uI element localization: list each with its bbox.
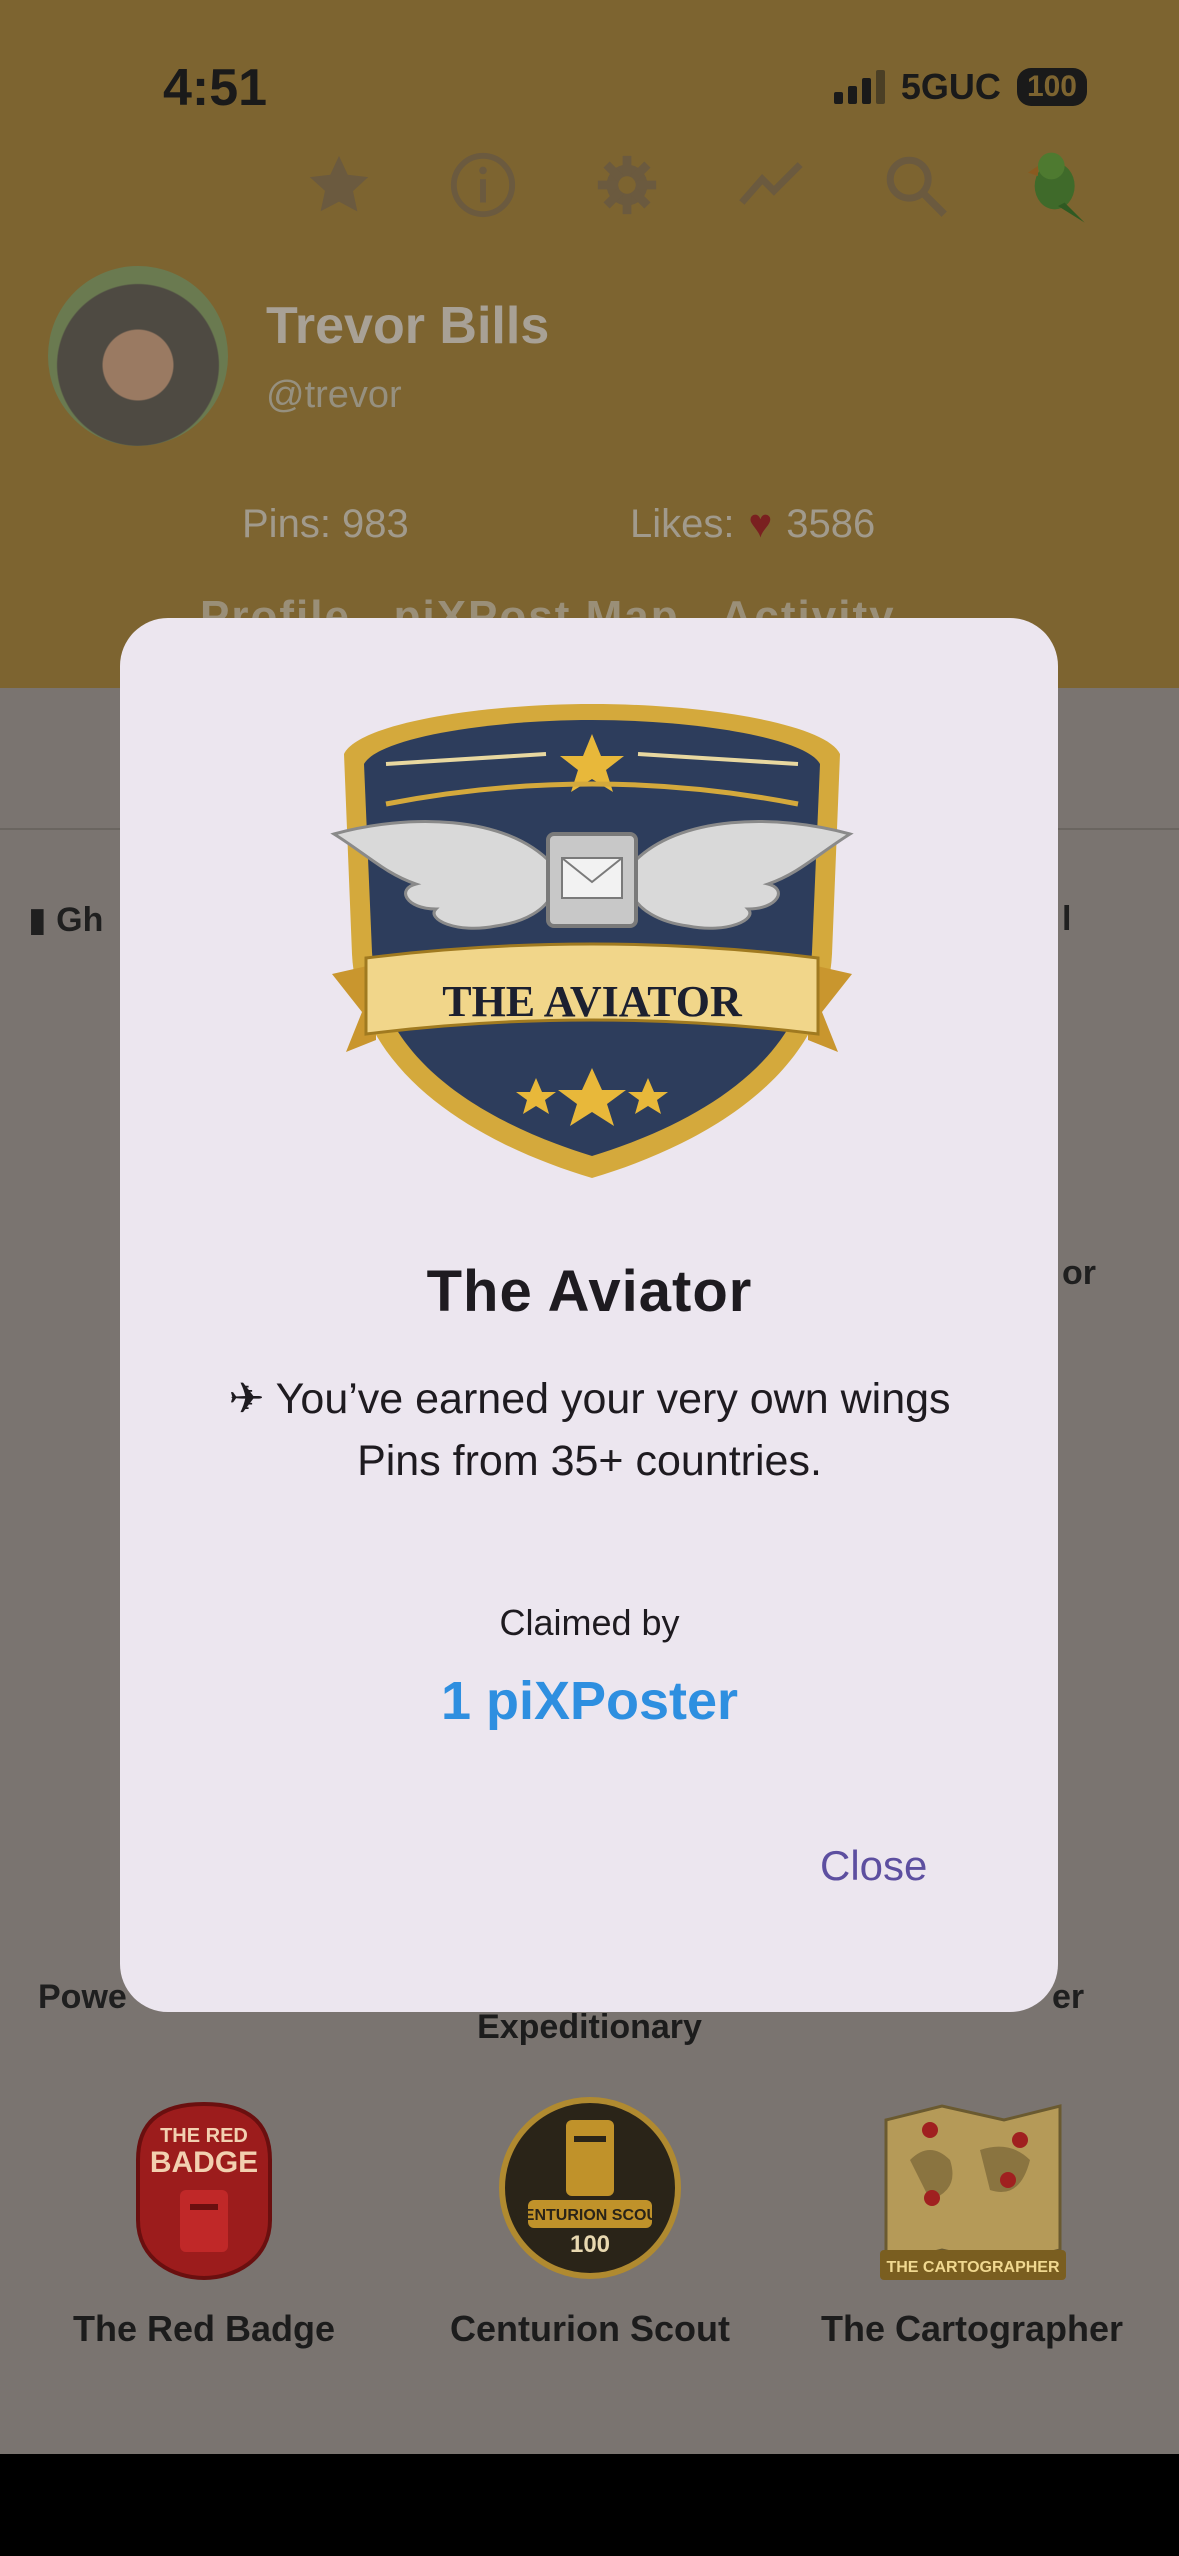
claimed-by-label: Claimed by (499, 1602, 680, 1643)
info-icon[interactable] (448, 150, 518, 220)
cartographer-icon[interactable]: THE CARTOGRAPHER (880, 2100, 1066, 2282)
badge-description: ✈ You’ve earned your very own wings Pins… (220, 1368, 959, 1492)
badge-label-centurion-scout: Centurion Scout (450, 2308, 730, 2349)
centurion-scout-icon[interactable]: CENTURION SCOUT 100 (498, 2096, 682, 2280)
network-label: 5GUC (900, 66, 1001, 107)
status-indicators: 5GUC 100 (833, 66, 1087, 108)
badge-banner-text: THE AVIATOR (442, 977, 743, 1026)
claimed-by-link[interactable]: 1 piXPoster (0, 1670, 1179, 1732)
aviator-badge-image: THE AVIATOR (330, 704, 854, 1178)
parrot-icon[interactable] (1016, 146, 1100, 226)
profile-name: Trevor Bills (266, 297, 550, 355)
badge-label-partial: ▮ Gh (28, 901, 104, 939)
avatar[interactable] (48, 266, 228, 446)
dialog-title: The Aviator (426, 1259, 753, 1324)
pins-count: Pins: 983 (242, 502, 409, 546)
svg-text:CENTURION SCOUT: CENTURION SCOUT (512, 2207, 668, 2224)
badge-label-cartographer: The Cartographer (820, 2308, 1124, 2349)
svg-text:100: 100 (570, 2231, 610, 2258)
red-badge-icon[interactable]: THE RED BADGE (134, 2100, 274, 2282)
search-icon[interactable] (880, 150, 950, 220)
likes-label: Likes: (630, 502, 735, 546)
badge-label-red-badge: The Red Badge (72, 2308, 336, 2349)
svg-text:THE RED: THE RED (160, 2125, 248, 2147)
bottle-icon: ▮ (28, 901, 47, 939)
badge-label-partial: l (1062, 900, 1072, 938)
likes-stat: Likes: ♥ 3586 (630, 502, 875, 547)
signal-icon (833, 70, 885, 104)
svg-text:THE CARTOGRAPHER: THE CARTOGRAPHER (886, 2259, 1059, 2276)
bottom-bar (0, 2454, 1179, 2556)
status-time: 4:51 (163, 59, 268, 117)
heart-icon: ♥ (748, 502, 773, 546)
svg-text:BADGE: BADGE (150, 2146, 258, 2179)
close-button[interactable]: Close (820, 1842, 927, 1890)
battery-indicator: 100 (1016, 68, 1087, 106)
gear-icon[interactable] (592, 150, 662, 220)
likes-count: 3586 (786, 502, 876, 546)
trend-icon[interactable] (736, 150, 806, 220)
profile-handle: @trevor (266, 374, 402, 416)
badge-label-expeditionary: Expeditionary (477, 2008, 702, 2046)
description-line: ✈ You’ve earned your very own wings (228, 1375, 951, 1423)
description-line: Pins from 35+ countries. (357, 1437, 822, 1485)
star-icon[interactable] (304, 150, 374, 220)
